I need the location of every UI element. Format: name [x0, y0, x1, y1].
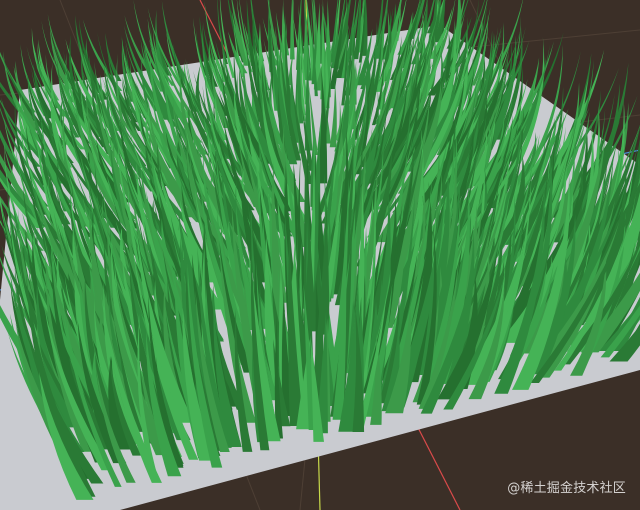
- watermark-text: @稀土掘金技术社区: [507, 481, 626, 496]
- scene-canvas[interactable]: [0, 0, 640, 510]
- grass-blade: [290, 0, 295, 60]
- 3d-viewport[interactable]: @稀土掘金技术社区: [0, 0, 640, 510]
